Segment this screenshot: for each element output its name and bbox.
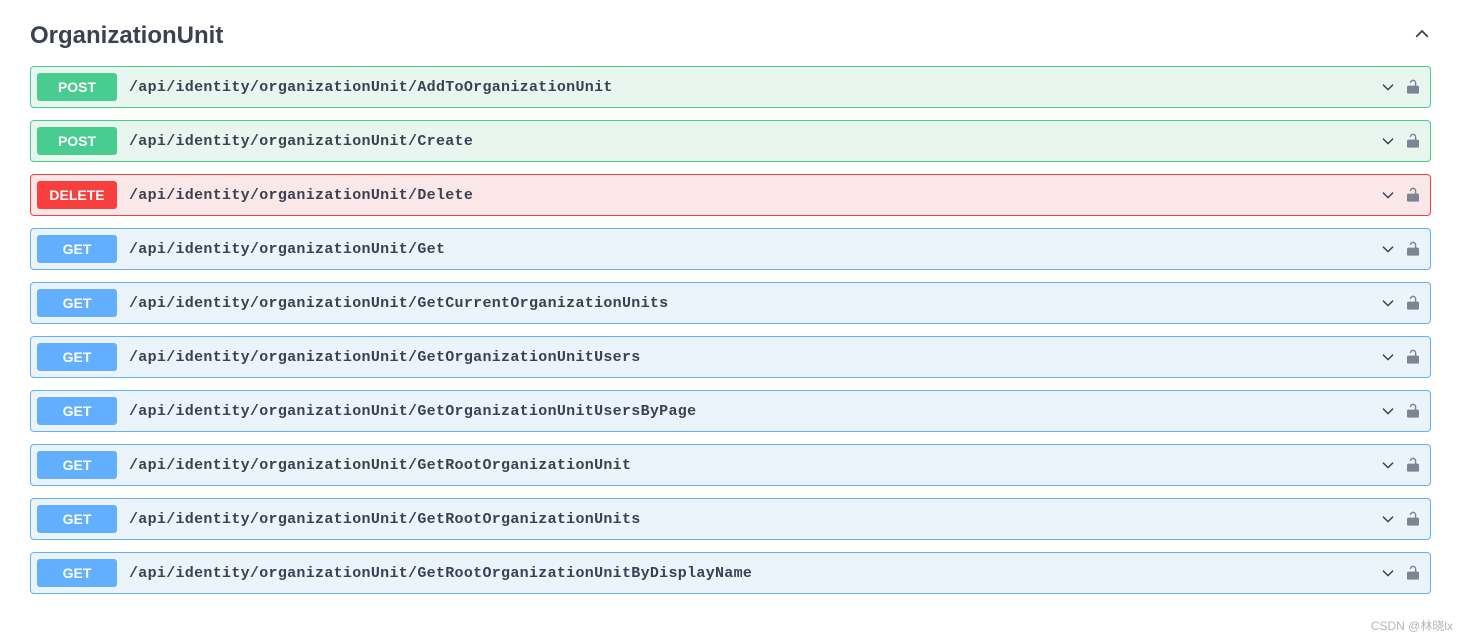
endpoint-row[interactable]: GET/api/identity/organizationUnit/GetRoo… [30, 444, 1431, 486]
lock-icon[interactable] [1406, 241, 1420, 257]
endpoint-path: /api/identity/organizationUnit/Get [129, 241, 1380, 258]
lock-icon[interactable] [1406, 565, 1420, 581]
chevron-down-icon[interactable] [1380, 79, 1396, 95]
lock-icon[interactable] [1406, 295, 1420, 311]
lock-icon[interactable] [1406, 457, 1420, 473]
chevron-down-icon[interactable] [1380, 349, 1396, 365]
method-badge-get: GET [37, 451, 117, 479]
endpoint-path: /api/identity/organizationUnit/Create [129, 133, 1380, 150]
endpoint-path: /api/identity/organizationUnit/Delete [129, 187, 1380, 204]
endpoint-path: /api/identity/organizationUnit/GetRootOr… [129, 457, 1380, 474]
method-badge-post: POST [37, 127, 117, 155]
section-header[interactable]: OrganizationUnit [30, 16, 1431, 66]
watermark: CSDN @林晓lx [1371, 617, 1453, 634]
endpoint-row[interactable]: GET/api/identity/organizationUnit/GetOrg… [30, 336, 1431, 378]
lock-icon[interactable] [1406, 349, 1420, 365]
method-badge-get: GET [37, 397, 117, 425]
endpoint-actions [1380, 187, 1420, 203]
chevron-down-icon[interactable] [1380, 187, 1396, 203]
endpoint-path: /api/identity/organizationUnit/GetOrgani… [129, 403, 1380, 420]
endpoint-row[interactable]: GET/api/identity/organizationUnit/Get [30, 228, 1431, 270]
endpoint-actions [1380, 79, 1420, 95]
method-badge-get: GET [37, 343, 117, 371]
endpoint-actions [1380, 241, 1420, 257]
chevron-down-icon[interactable] [1380, 133, 1396, 149]
endpoint-row[interactable]: DELETE/api/identity/organizationUnit/Del… [30, 174, 1431, 216]
endpoint-path: /api/identity/organizationUnit/GetRootOr… [129, 565, 1380, 582]
endpoint-path: /api/identity/organizationUnit/GetCurren… [129, 295, 1380, 312]
endpoint-row[interactable]: GET/api/identity/organizationUnit/GetRoo… [30, 498, 1431, 540]
section-title: OrganizationUnit [30, 22, 223, 50]
method-badge-get: GET [37, 505, 117, 533]
lock-icon[interactable] [1406, 403, 1420, 419]
lock-icon[interactable] [1406, 133, 1420, 149]
chevron-down-icon[interactable] [1380, 457, 1396, 473]
endpoint-row[interactable]: GET/api/identity/organizationUnit/GetRoo… [30, 552, 1431, 594]
endpoint-actions [1380, 565, 1420, 581]
endpoint-path: /api/identity/organizationUnit/GetOrgani… [129, 349, 1380, 366]
lock-icon[interactable] [1406, 511, 1420, 527]
endpoint-actions [1380, 403, 1420, 419]
endpoint-actions [1380, 349, 1420, 365]
endpoint-actions [1380, 133, 1420, 149]
chevron-up-icon [1413, 25, 1431, 48]
chevron-down-icon[interactable] [1380, 403, 1396, 419]
chevron-down-icon[interactable] [1380, 295, 1396, 311]
method-badge-get: GET [37, 235, 117, 263]
endpoint-path: /api/identity/organizationUnit/AddToOrga… [129, 79, 1380, 96]
endpoint-row[interactable]: POST/api/identity/organizationUnit/AddTo… [30, 66, 1431, 108]
lock-icon[interactable] [1406, 187, 1420, 203]
endpoint-list: POST/api/identity/organizationUnit/AddTo… [30, 66, 1431, 594]
endpoint-row[interactable]: GET/api/identity/organizationUnit/GetOrg… [30, 390, 1431, 432]
chevron-down-icon[interactable] [1380, 241, 1396, 257]
endpoint-row[interactable]: POST/api/identity/organizationUnit/Creat… [30, 120, 1431, 162]
lock-icon[interactable] [1406, 79, 1420, 95]
endpoint-actions [1380, 511, 1420, 527]
endpoint-row[interactable]: GET/api/identity/organizationUnit/GetCur… [30, 282, 1431, 324]
method-badge-delete: DELETE [37, 181, 117, 209]
chevron-down-icon[interactable] [1380, 511, 1396, 527]
endpoint-path: /api/identity/organizationUnit/GetRootOr… [129, 511, 1380, 528]
method-badge-post: POST [37, 73, 117, 101]
method-badge-get: GET [37, 559, 117, 587]
endpoint-actions [1380, 457, 1420, 473]
method-badge-get: GET [37, 289, 117, 317]
endpoint-actions [1380, 295, 1420, 311]
chevron-down-icon[interactable] [1380, 565, 1396, 581]
